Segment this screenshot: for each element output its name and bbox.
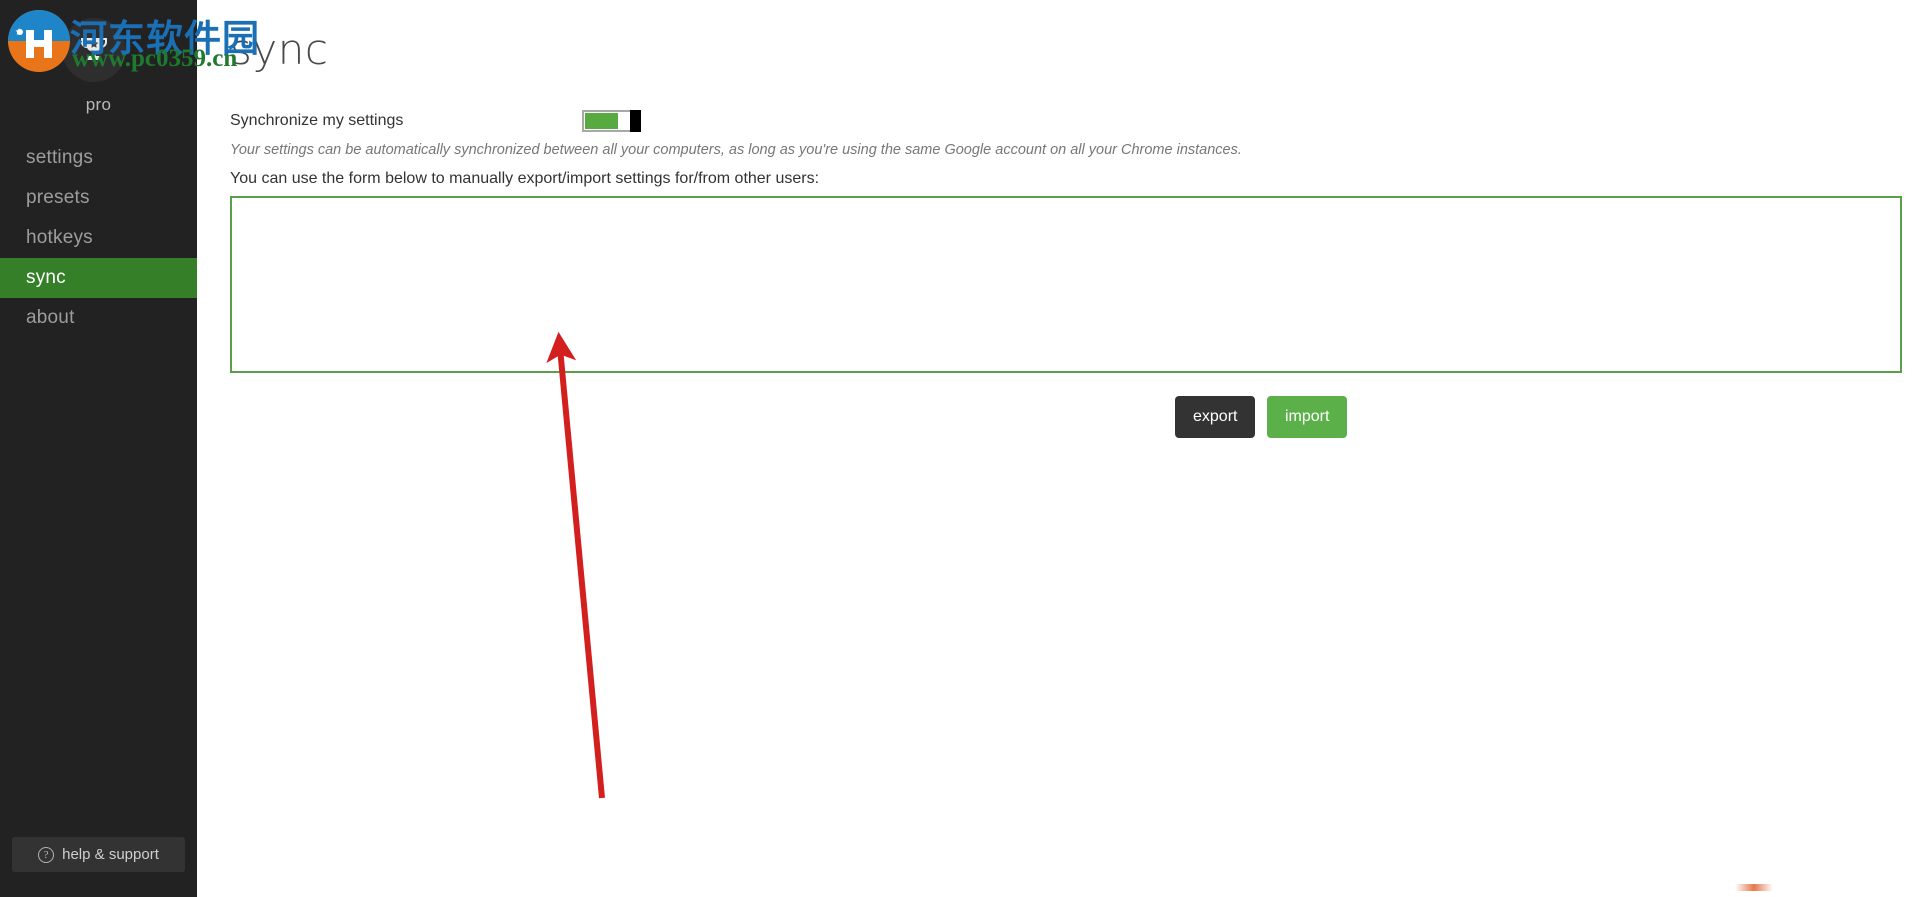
import-button[interactable]: import xyxy=(1267,396,1348,438)
sync-toggle-switch[interactable] xyxy=(582,110,641,132)
sidebar: pro settings presets hotkeys sync about … xyxy=(0,0,197,897)
help-and-support-button[interactable]: ? help & support xyxy=(12,837,185,872)
toggle-track-fill xyxy=(585,113,618,129)
sync-description-text: Your settings can be automatically synch… xyxy=(230,142,1242,158)
page-title: sync xyxy=(230,25,329,74)
help-and-support-label: help & support xyxy=(62,846,159,863)
sidebar-item-about[interactable]: about xyxy=(0,298,197,338)
export-button[interactable]: export xyxy=(1175,396,1256,438)
settings-textarea[interactable] xyxy=(230,196,1902,373)
sidebar-item-sync[interactable]: sync xyxy=(0,258,197,298)
trophy-icon xyxy=(62,18,126,82)
question-mark-icon: ? xyxy=(38,846,55,863)
sidebar-item-settings[interactable]: settings xyxy=(0,138,197,178)
sidebar-item-presets[interactable]: presets xyxy=(0,178,197,218)
action-button-row: export import xyxy=(1175,396,1375,438)
sidebar-brand-label: pro xyxy=(85,95,112,114)
form-hint-text: You can use the form below to manually e… xyxy=(230,170,820,187)
main-content: sync Synchronize my settings Your settin… xyxy=(197,0,1920,897)
sidebar-brand: pro xyxy=(0,0,197,120)
sync-setting-row: Synchronize my settings xyxy=(230,110,1890,136)
sidebar-nav: settings presets hotkeys sync about xyxy=(0,138,197,338)
toggle-thumb xyxy=(630,110,641,132)
sidebar-item-hotkeys[interactable]: hotkeys xyxy=(0,218,197,258)
sync-setting-label: Synchronize my settings xyxy=(230,112,404,129)
